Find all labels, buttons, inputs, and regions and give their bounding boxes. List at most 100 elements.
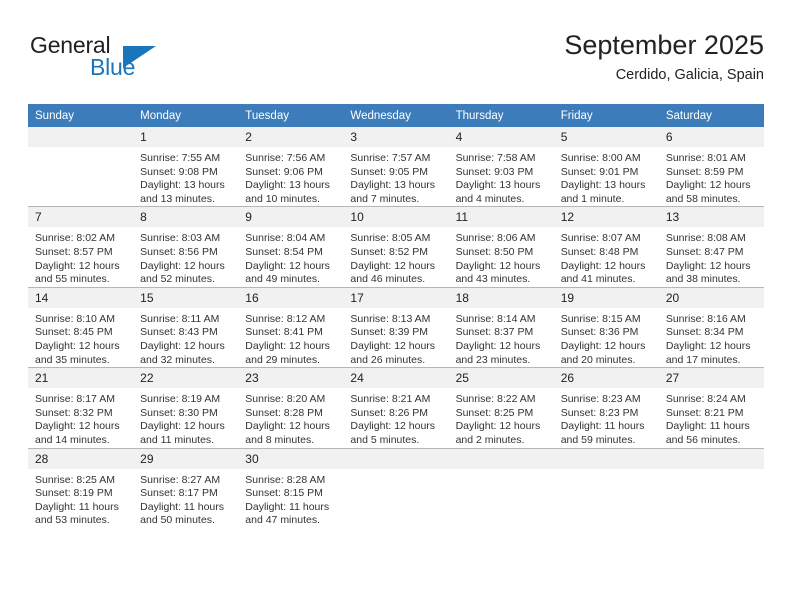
daylight-text-line2: and 8 minutes.: [245, 433, 315, 446]
day-cell[interactable]: 11 Sunrise: 8:06 AM Sunset: 8:50 PM Dayl…: [448, 206, 554, 288]
day-number: [553, 448, 659, 469]
day-details: Sunrise: 8:14 AM Sunset: 8:37 PM Dayligh…: [449, 308, 554, 367]
sunrise-text: Sunrise: 8:14 AM: [455, 312, 536, 325]
daylight-text-line1: Daylight: 12 hours: [455, 339, 541, 352]
day-cell[interactable]: 18 Sunrise: 8:14 AM Sunset: 8:37 PM Dayl…: [448, 286, 554, 368]
day-cell[interactable]: 15 Sunrise: 8:11 AM Sunset: 8:43 PM Dayl…: [133, 286, 239, 368]
daylight-text-line1: Daylight: 12 hours: [140, 259, 225, 272]
day-number: 19: [553, 287, 659, 308]
daylight-text-line1: Daylight: 12 hours: [245, 420, 330, 433]
sunrise-text: Sunrise: 8:21 AM: [350, 393, 431, 406]
daylight-text-line1: Daylight: 12 hours: [35, 420, 120, 433]
sunset-text: Sunset: 8:45 PM: [35, 326, 113, 339]
day-cell[interactable]: 14 Sunrise: 8:10 AM Sunset: 8:45 PM Dayl…: [28, 286, 134, 368]
location-subtitle: Cerdido, Galicia, Spain: [615, 67, 764, 83]
day-cell[interactable]: 21 Sunrise: 8:17 AM Sunset: 8:32 PM Dayl…: [28, 367, 134, 448]
day-cell[interactable]: 27 Sunrise: 8:24 AM Sunset: 8:21 PM Dayl…: [658, 367, 764, 448]
sunrise-text: Sunrise: 7:58 AM: [455, 152, 536, 164]
day-details: Sunrise: 8:28 AM Sunset: 8:15 PM Dayligh…: [238, 469, 343, 528]
sunset-text: Sunset: 8:26 PM: [350, 406, 429, 419]
daylight-text-line1: Daylight: 13 hours: [140, 179, 225, 192]
day-details: Sunrise: 8:27 AM Sunset: 8:17 PM Dayligh…: [133, 469, 238, 528]
day-cell[interactable]: 2 Sunrise: 7:56 AM Sunset: 9:06 PM Dayli…: [238, 127, 344, 207]
day-details: Sunrise: 8:15 AM Sunset: 8:36 PM Dayligh…: [554, 308, 659, 367]
day-cell[interactable]: 5 Sunrise: 8:00 AM Sunset: 9:01 PM Dayli…: [553, 127, 659, 207]
daylight-text-line2: and 52 minutes.: [140, 273, 215, 286]
daylight-text-line1: Daylight: 11 hours: [560, 420, 645, 433]
daylight-text-line2: and 47 minutes.: [245, 514, 320, 527]
daylight-text-line2: and 38 minutes.: [665, 273, 741, 286]
day-details: Sunrise: 8:02 AM Sunset: 8:57 PM Dayligh…: [28, 227, 133, 286]
weekday-header-wednesday: Wednesday: [343, 104, 449, 127]
day-details: Sunrise: 8:17 AM Sunset: 8:32 PM Dayligh…: [28, 388, 133, 447]
sunset-text: Sunset: 8:52 PM: [350, 245, 429, 258]
sunrise-text: Sunrise: 8:28 AM: [245, 473, 326, 486]
daylight-text-line1: Daylight: 11 hours: [140, 500, 224, 513]
day-number: 12: [553, 207, 659, 228]
sunrise-text: Sunrise: 8:15 AM: [560, 312, 641, 325]
daylight-text-line2: and 5 minutes.: [350, 433, 420, 446]
daylight-text-line2: and 7 minutes.: [350, 192, 420, 205]
day-cell[interactable]: 7 Sunrise: 8:02 AM Sunset: 8:57 PM Dayli…: [28, 206, 134, 288]
sunset-text: Sunset: 8:28 PM: [245, 406, 323, 419]
day-cell[interactable]: 6 Sunrise: 8:01 AM Sunset: 8:59 PM Dayli…: [658, 127, 764, 207]
weekday-header-sunday: Sunday: [28, 104, 134, 127]
day-cell[interactable]: 13 Sunrise: 8:08 AM Sunset: 8:47 PM Dayl…: [658, 206, 764, 288]
day-cell: [658, 447, 764, 528]
day-cell[interactable]: 16 Sunrise: 8:12 AM Sunset: 8:41 PM Dayl…: [238, 286, 344, 368]
day-cell[interactable]: 29 Sunrise: 8:27 AM Sunset: 8:17 PM Dayl…: [133, 447, 239, 528]
daylight-text-line1: Daylight: 13 hours: [560, 179, 646, 192]
daylight-text-line1: Daylight: 11 hours: [35, 500, 119, 513]
daylight-text-line1: Daylight: 12 hours: [560, 259, 646, 272]
day-details: Sunrise: 8:07 AM Sunset: 8:48 PM Dayligh…: [554, 227, 659, 286]
day-number: 4: [448, 127, 554, 147]
title-block: September 2025 Cerdido, Galicia, Spain: [564, 28, 764, 86]
daylight-text-line1: Daylight: 12 hours: [245, 259, 330, 272]
day-cell[interactable]: 26 Sunrise: 8:23 AM Sunset: 8:23 PM Dayl…: [553, 367, 659, 448]
day-cell[interactable]: 1 Sunrise: 7:55 AM Sunset: 9:08 PM Dayli…: [133, 127, 239, 207]
day-cell[interactable]: 28 Sunrise: 8:25 AM Sunset: 8:19 PM Dayl…: [28, 447, 134, 528]
daylight-text-line1: Daylight: 12 hours: [665, 179, 751, 192]
calendar-week-row: 1 Sunrise: 7:55 AM Sunset: 9:08 PM Dayli…: [28, 127, 764, 207]
day-details: Sunrise: 8:12 AM Sunset: 8:41 PM Dayligh…: [238, 308, 343, 367]
daylight-text-line2: and 13 minutes.: [140, 192, 215, 205]
daylight-text-line2: and 41 minutes.: [560, 273, 636, 286]
sunset-text: Sunset: 9:03 PM: [455, 165, 534, 178]
sunrise-text: Sunrise: 8:08 AM: [665, 232, 746, 245]
day-cell[interactable]: 10 Sunrise: 8:05 AM Sunset: 8:52 PM Dayl…: [343, 206, 449, 288]
day-cell: [28, 127, 134, 207]
daylight-text-line2: and 20 minutes.: [560, 353, 636, 366]
sunrise-text: Sunrise: 8:00 AM: [560, 152, 641, 164]
day-cell[interactable]: 23 Sunrise: 8:20 AM Sunset: 8:28 PM Dayl…: [238, 367, 344, 448]
day-cell[interactable]: 12 Sunrise: 8:07 AM Sunset: 8:48 PM Dayl…: [553, 206, 659, 288]
day-details: Sunrise: 8:21 AM Sunset: 8:26 PM Dayligh…: [343, 388, 448, 447]
daylight-text-line2: and 55 minutes.: [35, 273, 110, 286]
day-number: 2: [238, 127, 344, 147]
sunset-text: Sunset: 9:01 PM: [560, 165, 639, 178]
daylight-text-line2: and 26 minutes.: [350, 353, 426, 366]
day-details: Sunrise: 8:08 AM Sunset: 8:47 PM Dayligh…: [659, 227, 764, 286]
day-cell[interactable]: 9 Sunrise: 8:04 AM Sunset: 8:54 PM Dayli…: [238, 206, 344, 288]
day-cell[interactable]: 3 Sunrise: 7:57 AM Sunset: 9:05 PM Dayli…: [343, 127, 449, 207]
day-cell[interactable]: 30 Sunrise: 8:28 AM Sunset: 8:15 PM Dayl…: [238, 447, 344, 528]
daylight-text-line1: Daylight: 12 hours: [140, 339, 225, 352]
weekday-header-monday: Monday: [133, 104, 239, 127]
page-header: General Blue September 2025 Cerdido, Gal…: [28, 28, 764, 94]
daylight-text-line2: and 1 minute.: [560, 192, 625, 205]
day-number: 3: [343, 127, 449, 147]
day-cell[interactable]: 22 Sunrise: 8:19 AM Sunset: 8:30 PM Dayl…: [133, 367, 239, 448]
sunset-text: Sunset: 8:30 PM: [140, 406, 218, 419]
daylight-text-line2: and 32 minutes.: [140, 353, 215, 366]
day-details: Sunrise: 8:20 AM Sunset: 8:28 PM Dayligh…: [238, 388, 343, 447]
day-cell[interactable]: 17 Sunrise: 8:13 AM Sunset: 8:39 PM Dayl…: [343, 286, 449, 368]
sunset-text: Sunset: 8:50 PM: [455, 245, 534, 258]
day-cell[interactable]: 4 Sunrise: 7:58 AM Sunset: 9:03 PM Dayli…: [448, 127, 554, 207]
day-cell[interactable]: 8 Sunrise: 8:03 AM Sunset: 8:56 PM Dayli…: [133, 206, 239, 288]
day-number: 25: [448, 368, 554, 389]
day-cell[interactable]: 24 Sunrise: 8:21 AM Sunset: 8:26 PM Dayl…: [343, 367, 449, 448]
day-cell[interactable]: 25 Sunrise: 8:22 AM Sunset: 8:25 PM Dayl…: [448, 367, 554, 448]
day-cell[interactable]: 19 Sunrise: 8:15 AM Sunset: 8:36 PM Dayl…: [553, 286, 659, 368]
day-cell[interactable]: 20 Sunrise: 8:16 AM Sunset: 8:34 PM Dayl…: [658, 286, 764, 368]
sunrise-text: Sunrise: 7:55 AM: [140, 152, 221, 164]
day-number: 30: [238, 448, 344, 469]
